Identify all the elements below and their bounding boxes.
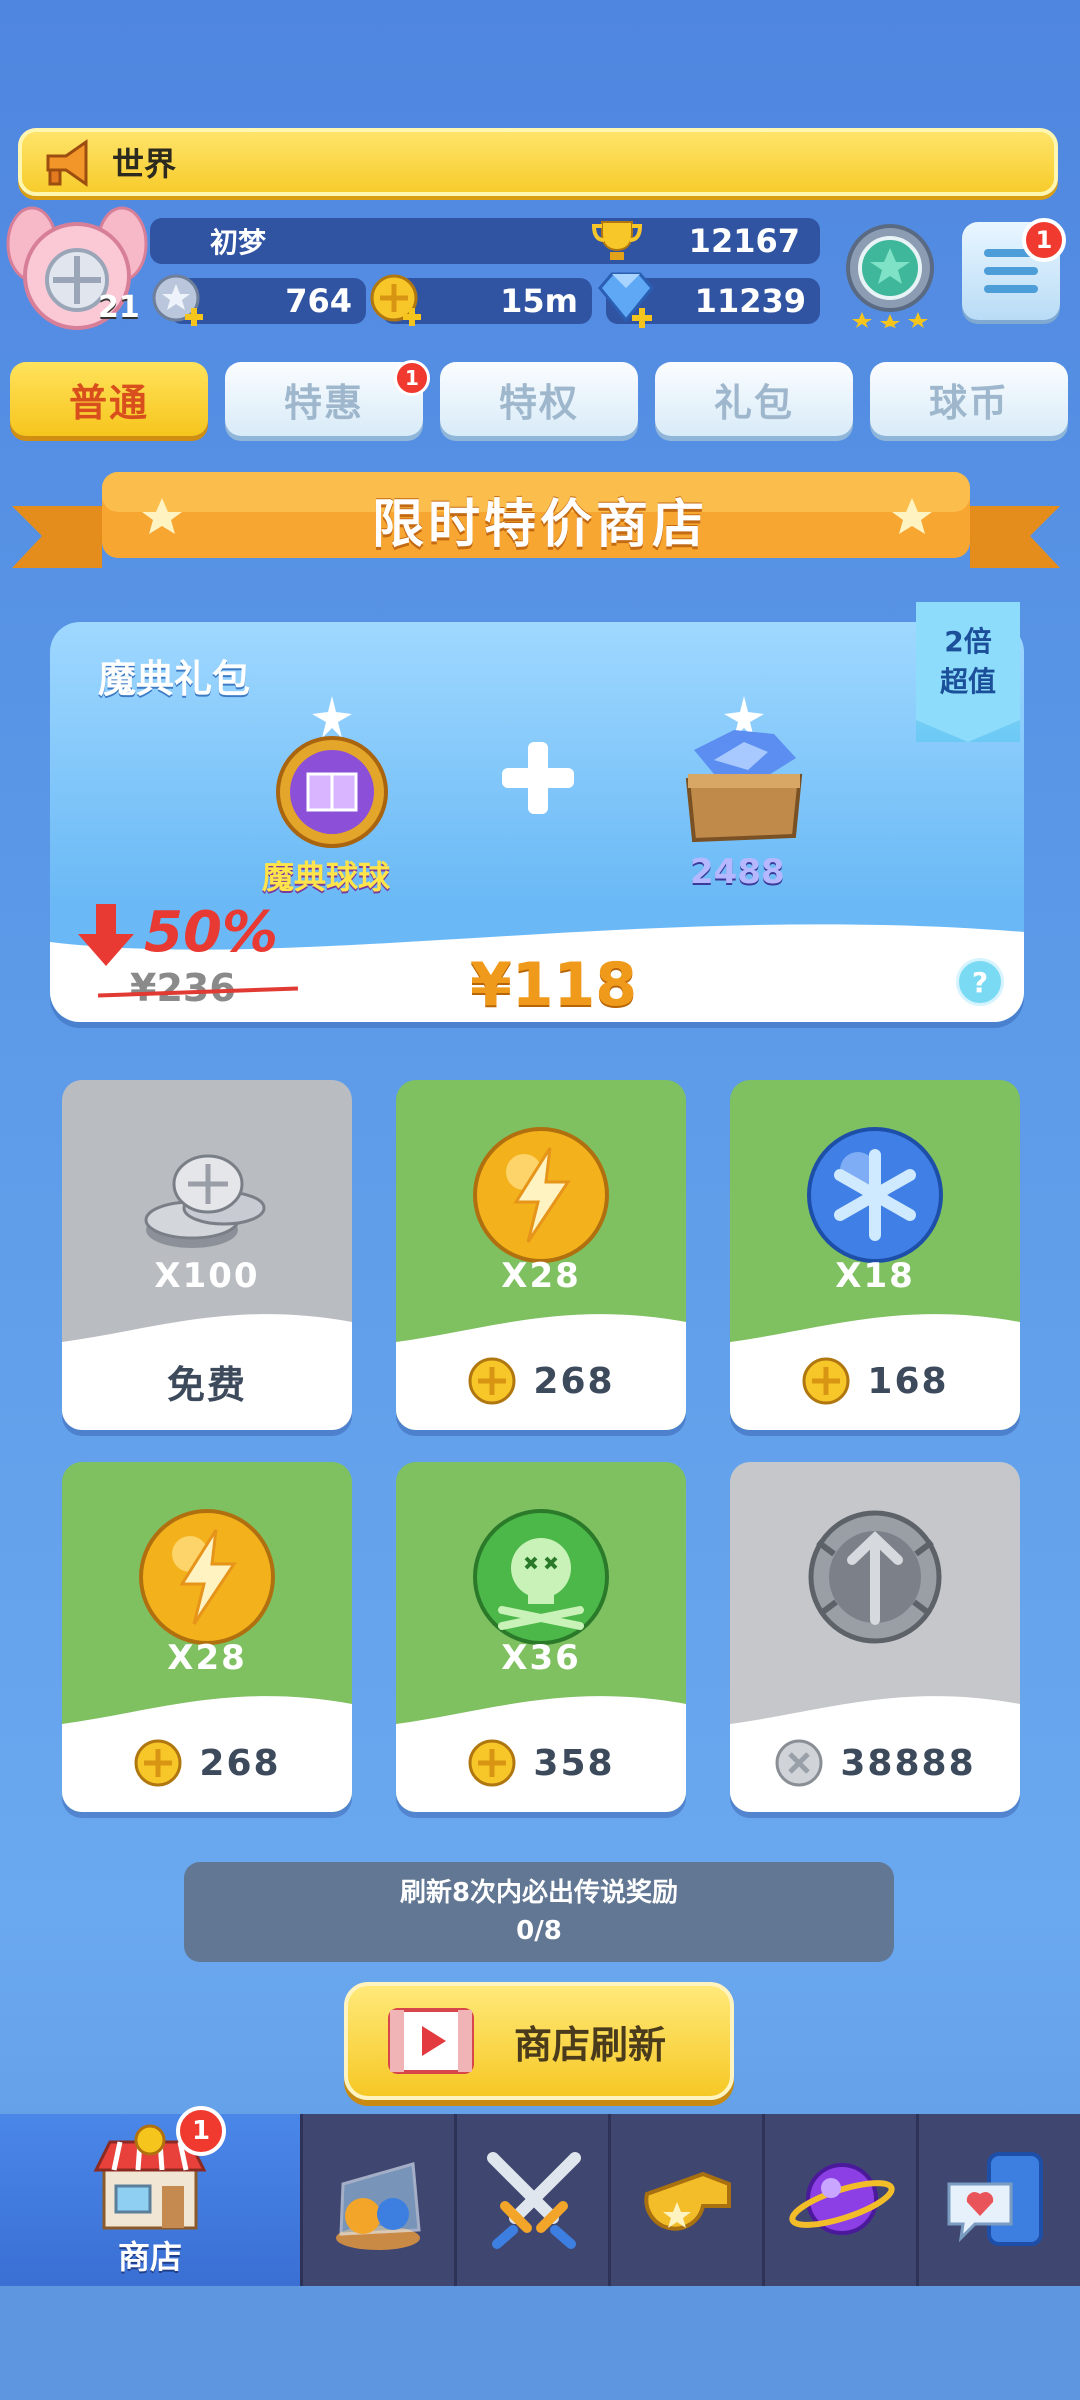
free-label: 免费: [166, 1362, 247, 1407]
world-chat-label: 世界: [112, 145, 177, 183]
bundle-item2-label: 2488: [690, 852, 785, 892]
tab-special-offer[interactable]: 特惠: [225, 362, 423, 436]
magic-book-ball-icon: [276, 696, 388, 848]
item-price-free[interactable]: 免费: [62, 1356, 352, 1407]
item-price[interactable]: 358: [396, 1738, 686, 1788]
green-skull-ball-icon: [473, 1509, 609, 1645]
shop-item-card[interactable]: X100 免费: [62, 1080, 352, 1430]
bonus-tag-line1: 2倍: [944, 625, 992, 658]
price-value: 268: [533, 1360, 615, 1402]
special-offer-badge: 1: [394, 360, 430, 396]
gold-coin-icon: [134, 1739, 182, 1787]
nav-social[interactable]: [916, 2114, 1080, 2286]
footer-spacer: [0, 2286, 1080, 2400]
stars-count: 764: [285, 282, 352, 320]
nav-coach[interactable]: [608, 2114, 762, 2286]
price-value: 168: [867, 1360, 949, 1402]
gems-count: 11239: [694, 282, 806, 320]
discount-percent: 50%: [144, 900, 279, 965]
shop-notification-badge: 1: [176, 2106, 226, 2156]
silver-coin-icon: [775, 1739, 823, 1787]
whistle-icon: [644, 2171, 731, 2231]
item-quantity: X100: [154, 1256, 260, 1296]
nav-balls[interactable]: [300, 2114, 454, 2286]
help-button[interactable]: ?: [956, 958, 1004, 1006]
item-quantity: X28: [501, 1256, 581, 1296]
gold-coin-icon: [468, 1739, 516, 1787]
refresh-progress: 0/8: [516, 1916, 562, 1946]
down-arrow-icon: [78, 904, 134, 966]
nav-battle[interactable]: [454, 2114, 608, 2286]
rank-badge-icon[interactable]: [840, 220, 940, 328]
item-quantity: X18: [835, 1256, 915, 1296]
gold-coin-icon: [468, 1357, 516, 1405]
megaphone-icon: [46, 139, 88, 187]
plus-icon: [502, 742, 574, 814]
ice-snowflake-ball-icon: [807, 1127, 943, 1263]
silver-sword-ball-icon: [808, 1510, 942, 1644]
shop-item-card[interactable]: X18 168: [730, 1080, 1020, 1430]
gold-lightning-ball-icon: [139, 1509, 275, 1645]
player-name-bar: 初梦 12167: [150, 218, 820, 264]
menu-notification-badge: 1: [1022, 218, 1066, 262]
gold-lightning-ball-icon: [473, 1127, 609, 1263]
tab-gift-pack[interactable]: 礼包: [655, 362, 853, 436]
trophy-icon: [591, 221, 643, 260]
shop-item-card[interactable]: X28 268: [396, 1080, 686, 1430]
menu-line: [984, 285, 1038, 293]
bonus-tag-line2: 超值: [939, 665, 996, 698]
silver-coins-icon: [144, 1154, 266, 1248]
item-quantity: X28: [167, 1638, 247, 1678]
gold-coin-icon: [802, 1357, 850, 1405]
bonus-tag-text: 2倍 超值: [916, 622, 1020, 702]
planet-icon: [789, 2163, 895, 2235]
diamond-icon: [598, 272, 654, 328]
star-currency-icon: [152, 274, 203, 326]
player-name: 初梦: [210, 226, 267, 259]
nav-shop-label: 商店: [117, 2238, 182, 2276]
item-price[interactable]: 168: [730, 1356, 1020, 1406]
player-level: 21: [98, 290, 140, 325]
item-price[interactable]: 268: [396, 1356, 686, 1406]
coins-count: 15m: [500, 282, 578, 320]
price-value: 358: [533, 1742, 615, 1784]
shop-banner-title: 限时特价商店: [371, 495, 708, 555]
gem-chest-icon: [685, 696, 803, 843]
menu-line: [984, 267, 1038, 275]
shop-item-card[interactable]: X36 358: [396, 1462, 686, 1812]
refresh-info-panel: 刷新8次内必出传说奖励 0/8: [184, 1862, 894, 1962]
price-value: 38888: [840, 1742, 976, 1784]
item-quantity: X36: [501, 1638, 581, 1678]
nav-world[interactable]: [762, 2114, 916, 2286]
trophy-count: 12167: [688, 222, 800, 260]
shop-refresh-button[interactable]: 商店刷新: [344, 1982, 734, 2100]
balls-jar-icon: [336, 2162, 421, 2250]
chat-phone-icon: [947, 2152, 1043, 2246]
tab-normal[interactable]: 普通: [10, 362, 208, 436]
shop-item-card[interactable]: X28 268: [62, 1462, 352, 1812]
tab-privilege[interactable]: 特权: [440, 362, 638, 436]
price-value: 268: [199, 1742, 281, 1784]
bundle-item1-label: 魔典球球: [262, 858, 391, 896]
refresh-info-text: 刷新8次内必出传说奖励: [399, 1878, 679, 1908]
gold-coin-icon: [370, 274, 421, 326]
bundle-title: 魔典礼包: [98, 657, 251, 701]
world-chat-bar[interactable]: 世界: [18, 128, 1058, 196]
tab-ball-coins[interactable]: 球币: [870, 362, 1068, 436]
original-price: ¥236: [130, 966, 236, 1010]
item-price[interactable]: 38888: [730, 1738, 1020, 1788]
sale-price: ¥118: [470, 950, 637, 1020]
crossed-swords-icon: [487, 2152, 581, 2249]
item-price[interactable]: 268: [62, 1738, 352, 1788]
refresh-button-label: 商店刷新: [514, 2022, 667, 2067]
video-icon: [388, 2008, 474, 2074]
shop-item-card[interactable]: 38888: [730, 1462, 1020, 1812]
